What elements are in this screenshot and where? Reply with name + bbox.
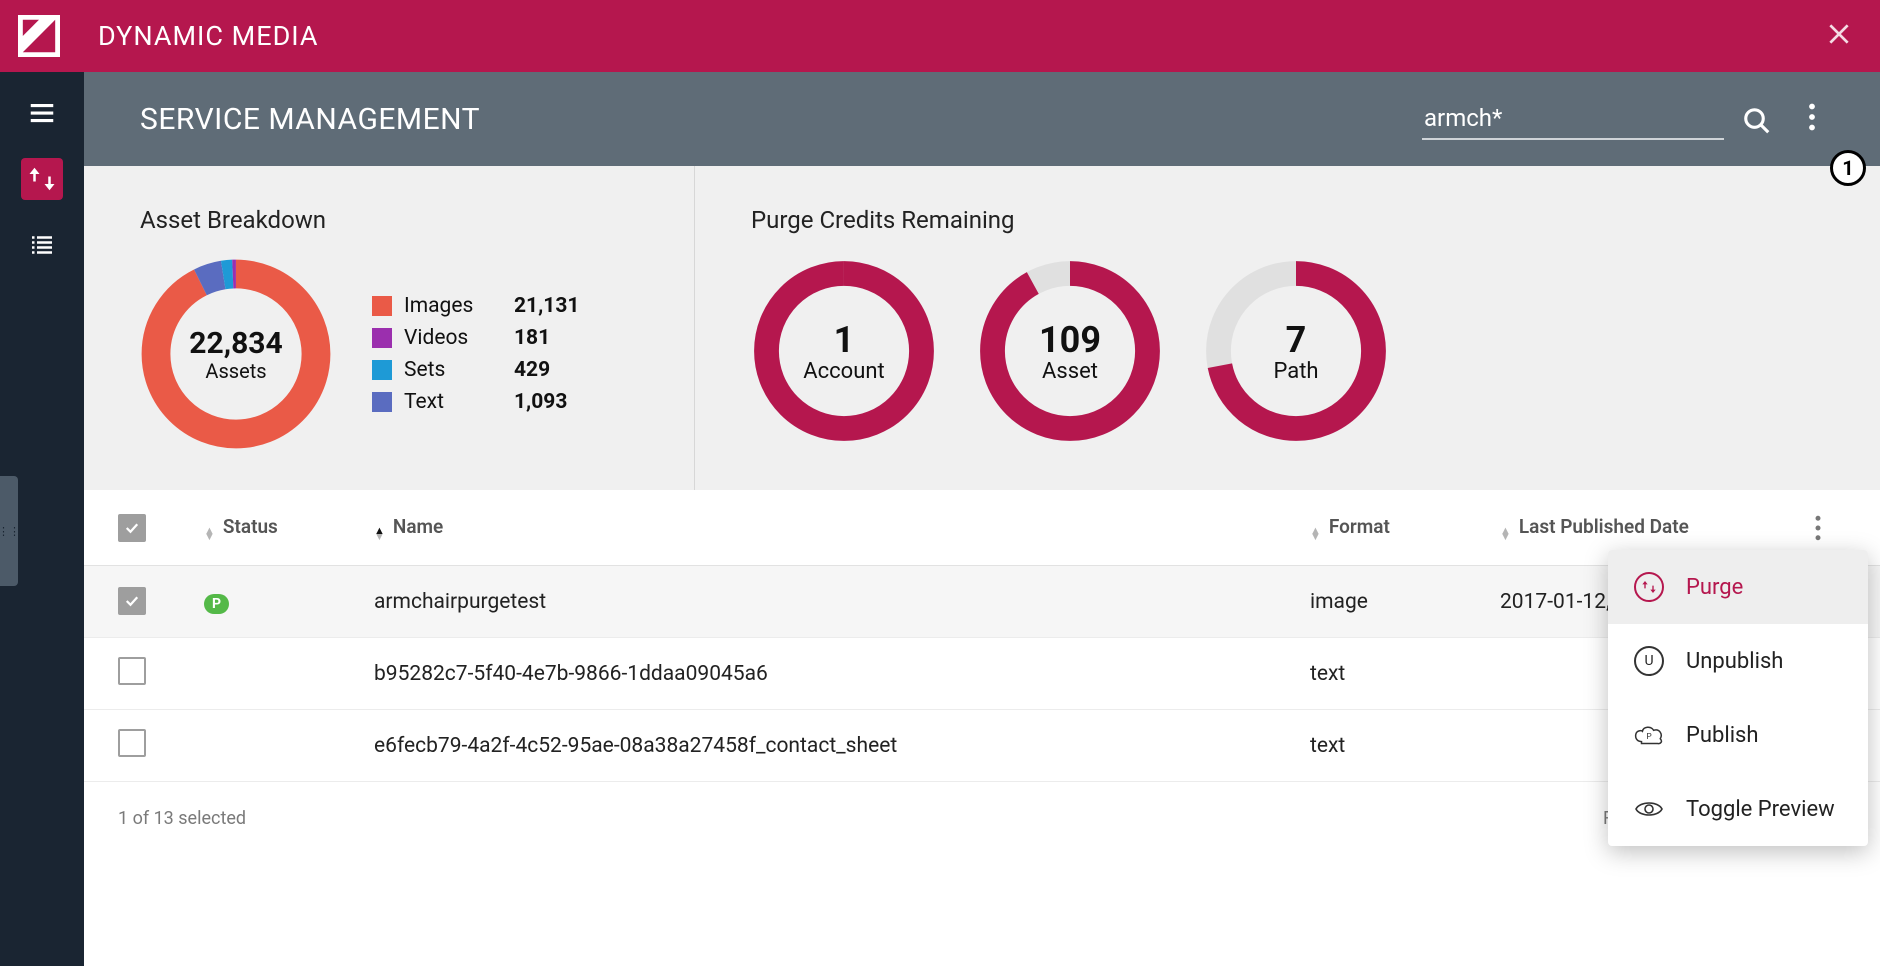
nav-dynamic-media[interactable] bbox=[21, 158, 63, 200]
search bbox=[1422, 98, 1772, 140]
gauge-label: Path bbox=[1273, 359, 1318, 384]
swatch-icon bbox=[372, 328, 392, 348]
gauge-value: 1 bbox=[834, 319, 855, 361]
asset-total: 22,834 bbox=[189, 326, 282, 361]
table-overflow-menu[interactable] bbox=[1790, 515, 1846, 541]
menu-purge[interactable]: Purge bbox=[1608, 550, 1868, 624]
list-icon bbox=[27, 230, 57, 260]
step-badge-number: 1 bbox=[1842, 156, 1853, 180]
cell-format: text bbox=[1310, 662, 1500, 686]
search-button[interactable] bbox=[1742, 106, 1772, 140]
gauge-asset: 109Asset bbox=[977, 258, 1163, 444]
hamburger-icon bbox=[27, 98, 57, 128]
kebab-icon bbox=[1808, 103, 1816, 131]
menu-unpublish[interactable]: U Unpublish bbox=[1608, 624, 1868, 698]
menu-label: Purge bbox=[1686, 575, 1743, 600]
swatch-icon bbox=[372, 360, 392, 380]
step-badge: 1 bbox=[1830, 150, 1866, 186]
selection-count: 1 of 13 selected bbox=[118, 808, 246, 829]
gauge-value: 7 bbox=[1286, 319, 1307, 361]
swatch-icon bbox=[372, 296, 392, 316]
app-title: DYNAMIC MEDIA bbox=[98, 20, 1816, 52]
close-button[interactable] bbox=[1816, 11, 1862, 61]
menu-toggle-preview[interactable]: Toggle Preview bbox=[1608, 772, 1868, 846]
swatch-icon bbox=[372, 392, 392, 412]
menu-label: Unpublish bbox=[1686, 649, 1783, 674]
cell-name: armchairpurgetest bbox=[374, 590, 1310, 614]
sidebar-drag-handle[interactable]: ⋮⋮ bbox=[0, 476, 18, 586]
nav-list[interactable] bbox=[21, 224, 63, 266]
legend-sets: Sets429 bbox=[372, 358, 606, 382]
gauge-value: 109 bbox=[1039, 319, 1101, 361]
publish-icon: P bbox=[1634, 720, 1664, 750]
row-checkbox[interactable] bbox=[118, 587, 146, 615]
sidebar: ⋮⋮ bbox=[0, 72, 84, 966]
results-table: ▲▼Status ▲▼Name ▲▼Format ▲▼Last Publishe… bbox=[84, 490, 1880, 966]
asset-legend: Images21,131 Videos181 Sets429 Text1,093 bbox=[372, 294, 606, 414]
asset-breakdown-title: Asset Breakdown bbox=[140, 206, 638, 234]
close-icon bbox=[1826, 21, 1852, 47]
swap-arrows-icon bbox=[27, 164, 57, 194]
gauge-path: 7Path bbox=[1203, 258, 1389, 444]
purge-credits-card: Purge Credits Remaining 1Account 109Asse… bbox=[694, 166, 1880, 490]
col-name[interactable]: ▲▼Name bbox=[374, 515, 1310, 540]
purge-icon bbox=[1634, 572, 1664, 602]
preview-icon bbox=[1634, 794, 1664, 824]
cell-name: e6fecb79-4a2f-4c52-95ae-08a38a27458f_con… bbox=[374, 734, 1310, 758]
cell-format: text bbox=[1310, 734, 1500, 758]
cell-format: image bbox=[1310, 590, 1500, 614]
select-all[interactable] bbox=[118, 514, 204, 542]
gauge-label: Asset bbox=[1042, 359, 1098, 384]
gauge-label: Account bbox=[803, 359, 884, 384]
app-logo bbox=[18, 15, 60, 57]
menu-button[interactable] bbox=[21, 92, 63, 134]
menu-publish[interactable]: P Publish bbox=[1608, 698, 1868, 772]
row-checkbox[interactable] bbox=[118, 729, 146, 757]
col-date[interactable]: ▲▼Last Published Date bbox=[1500, 515, 1790, 540]
legend-images: Images21,131 bbox=[372, 294, 606, 318]
gauge-account: 1Account bbox=[751, 258, 937, 444]
page-title: SERVICE MANAGEMENT bbox=[140, 102, 1422, 137]
menu-label: Toggle Preview bbox=[1686, 797, 1835, 822]
menu-label: Publish bbox=[1686, 723, 1759, 748]
topbar: DYNAMIC MEDIA bbox=[0, 0, 1880, 72]
kebab-icon bbox=[1814, 515, 1822, 541]
summary-cards: Asset Breakdown 22,834 Assets bbox=[84, 166, 1880, 490]
legend-text: Text1,093 bbox=[372, 390, 606, 414]
search-input[interactable] bbox=[1422, 98, 1724, 140]
unpublish-icon: U bbox=[1634, 646, 1664, 676]
search-icon bbox=[1742, 106, 1772, 136]
status-published-icon: P bbox=[204, 594, 229, 614]
asset-total-label: Assets bbox=[205, 359, 266, 383]
checkbox-icon bbox=[118, 514, 146, 542]
legend-videos: Videos181 bbox=[372, 326, 606, 350]
col-status[interactable]: ▲▼Status bbox=[204, 515, 374, 540]
header-overflow-menu[interactable] bbox=[1800, 95, 1824, 143]
main-content: SERVICE MANAGEMENT 1 Asset Breakdown bbox=[84, 72, 1880, 966]
svg-text:P: P bbox=[1646, 732, 1651, 742]
purge-credits-title: Purge Credits Remaining bbox=[751, 206, 1824, 234]
asset-breakdown-chart: 22,834 Assets bbox=[140, 258, 332, 450]
col-format[interactable]: ▲▼Format bbox=[1310, 515, 1500, 540]
asset-breakdown-card: Asset Breakdown 22,834 Assets bbox=[84, 166, 694, 490]
cell-name: b95282c7-5f40-4e7b-9866-1ddaa09045a6 bbox=[374, 662, 1310, 686]
subheader: SERVICE MANAGEMENT 1 bbox=[84, 72, 1880, 166]
row-context-menu: Purge U Unpublish P Publish Toggle Previ… bbox=[1608, 550, 1868, 846]
row-checkbox[interactable] bbox=[118, 657, 146, 685]
